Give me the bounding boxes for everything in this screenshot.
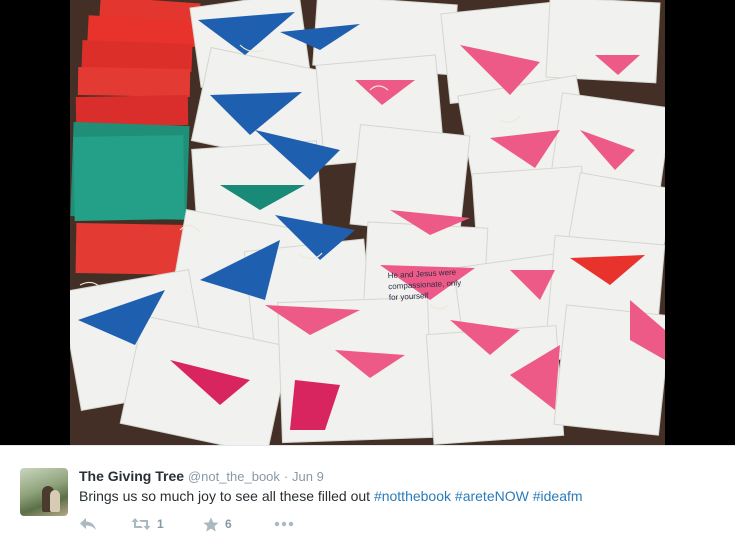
photo-illustration: He and Jesus were compassionate, only fo… [70,0,665,445]
retweet-button[interactable]: 1 [131,515,164,533]
star-icon [203,517,219,531]
hashtag-aretenow[interactable]: #areteNOW [455,488,529,504]
avatar[interactable] [20,468,68,516]
favorite-button[interactable]: 6 [203,515,232,533]
user-handle[interactable]: @not_the_book [188,469,280,484]
envelopes-photo[interactable]: He and Jesus were compassionate, only fo… [70,0,665,445]
hashtag-notthebook[interactable]: #notthebook [374,488,451,504]
more-button[interactable] [274,515,294,533]
tweet-header: The Giving Tree @not_the_book · Jun 9 [79,468,324,484]
hashtag-ideafm[interactable]: #ideafm [533,488,583,504]
favorite-count: 6 [225,517,232,531]
tweet-body: Brings us so much joy to see all these f… [79,488,371,504]
more-icon [274,521,294,527]
reply-icon [80,518,96,530]
retweet-icon [131,518,151,530]
reply-button[interactable] [79,515,97,533]
tweet-media[interactable]: He and Jesus were compassionate, only fo… [0,0,735,445]
tweet-text: Brings us so much joy to see all these f… [79,488,583,504]
tweet-date[interactable]: Jun 9 [292,469,324,484]
separator: · [283,469,289,484]
retweet-count: 1 [157,517,164,531]
tweet: The Giving Tree @not_the_book · Jun 9 Br… [0,445,735,554]
display-name[interactable]: The Giving Tree [79,468,184,484]
